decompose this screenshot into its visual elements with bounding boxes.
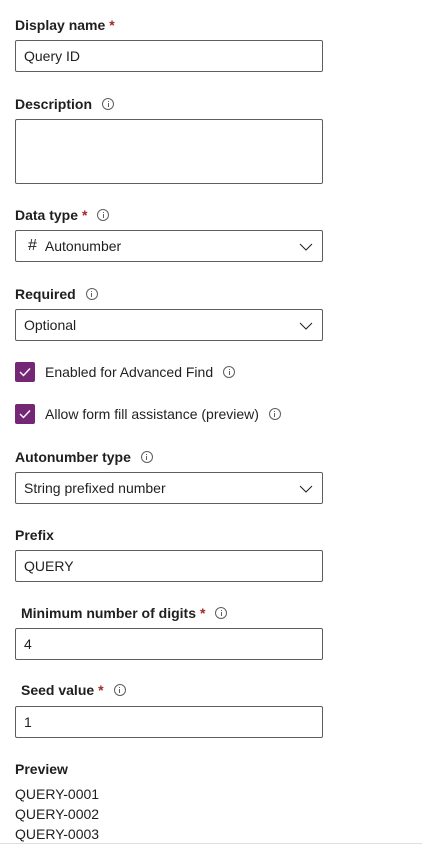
autonumber-type-label: Autonumber type <box>15 448 153 466</box>
min-digits-label: Minimum number of digits * <box>21 604 228 622</box>
checkmark-icon <box>19 368 31 377</box>
preview-line: QUERY-0002 <box>15 806 100 822</box>
preview-line: QUERY-0001 <box>15 786 100 802</box>
checkmark-icon <box>19 410 31 419</box>
advanced-find-checkbox[interactable] <box>15 362 35 382</box>
required-marker: * <box>82 207 88 223</box>
seed-value-input[interactable]: 1 <box>15 706 323 738</box>
required-marker: * <box>200 605 206 621</box>
chevron-down-icon <box>299 485 313 493</box>
description-label: Description <box>15 95 115 113</box>
required-marker: * <box>98 682 104 698</box>
info-icon[interactable] <box>223 366 236 378</box>
display-name-input[interactable]: Query ID <box>15 40 323 72</box>
advanced-find-label[interactable]: Enabled for Advanced Find <box>45 363 236 381</box>
info-icon[interactable] <box>113 684 126 696</box>
required-label: Required <box>15 285 98 303</box>
preview-label: Preview <box>15 761 68 777</box>
info-icon[interactable] <box>85 288 98 300</box>
info-icon[interactable] <box>97 209 110 221</box>
info-icon[interactable] <box>268 408 281 420</box>
info-icon[interactable] <box>102 98 115 110</box>
seed-value-label: Seed value * <box>21 681 126 699</box>
preview-line: QUERY-0003 <box>15 826 100 842</box>
data-type-label: Data type * <box>15 206 110 224</box>
form-fill-label[interactable]: Allow form fill assistance (preview) <box>45 405 281 423</box>
info-icon[interactable] <box>140 451 153 463</box>
display-name-label: Display name * <box>15 17 115 33</box>
data-type-dropdown[interactable]: # Autonumber <box>15 230 323 262</box>
info-icon[interactable] <box>215 607 228 619</box>
required-dropdown[interactable]: Optional <box>15 309 323 341</box>
prefix-label: Prefix <box>15 527 54 543</box>
panel-divider <box>0 843 422 844</box>
autonumber-type-dropdown[interactable]: String prefixed number <box>15 472 323 504</box>
number-type-icon: # <box>28 237 37 254</box>
min-digits-input[interactable]: 4 <box>15 628 323 660</box>
required-marker: * <box>109 17 115 33</box>
description-textarea[interactable] <box>15 119 323 184</box>
chevron-down-icon <box>299 322 313 330</box>
form-fill-checkbox[interactable] <box>15 404 35 424</box>
chevron-down-icon <box>299 243 313 251</box>
prefix-input[interactable]: QUERY <box>15 550 323 582</box>
